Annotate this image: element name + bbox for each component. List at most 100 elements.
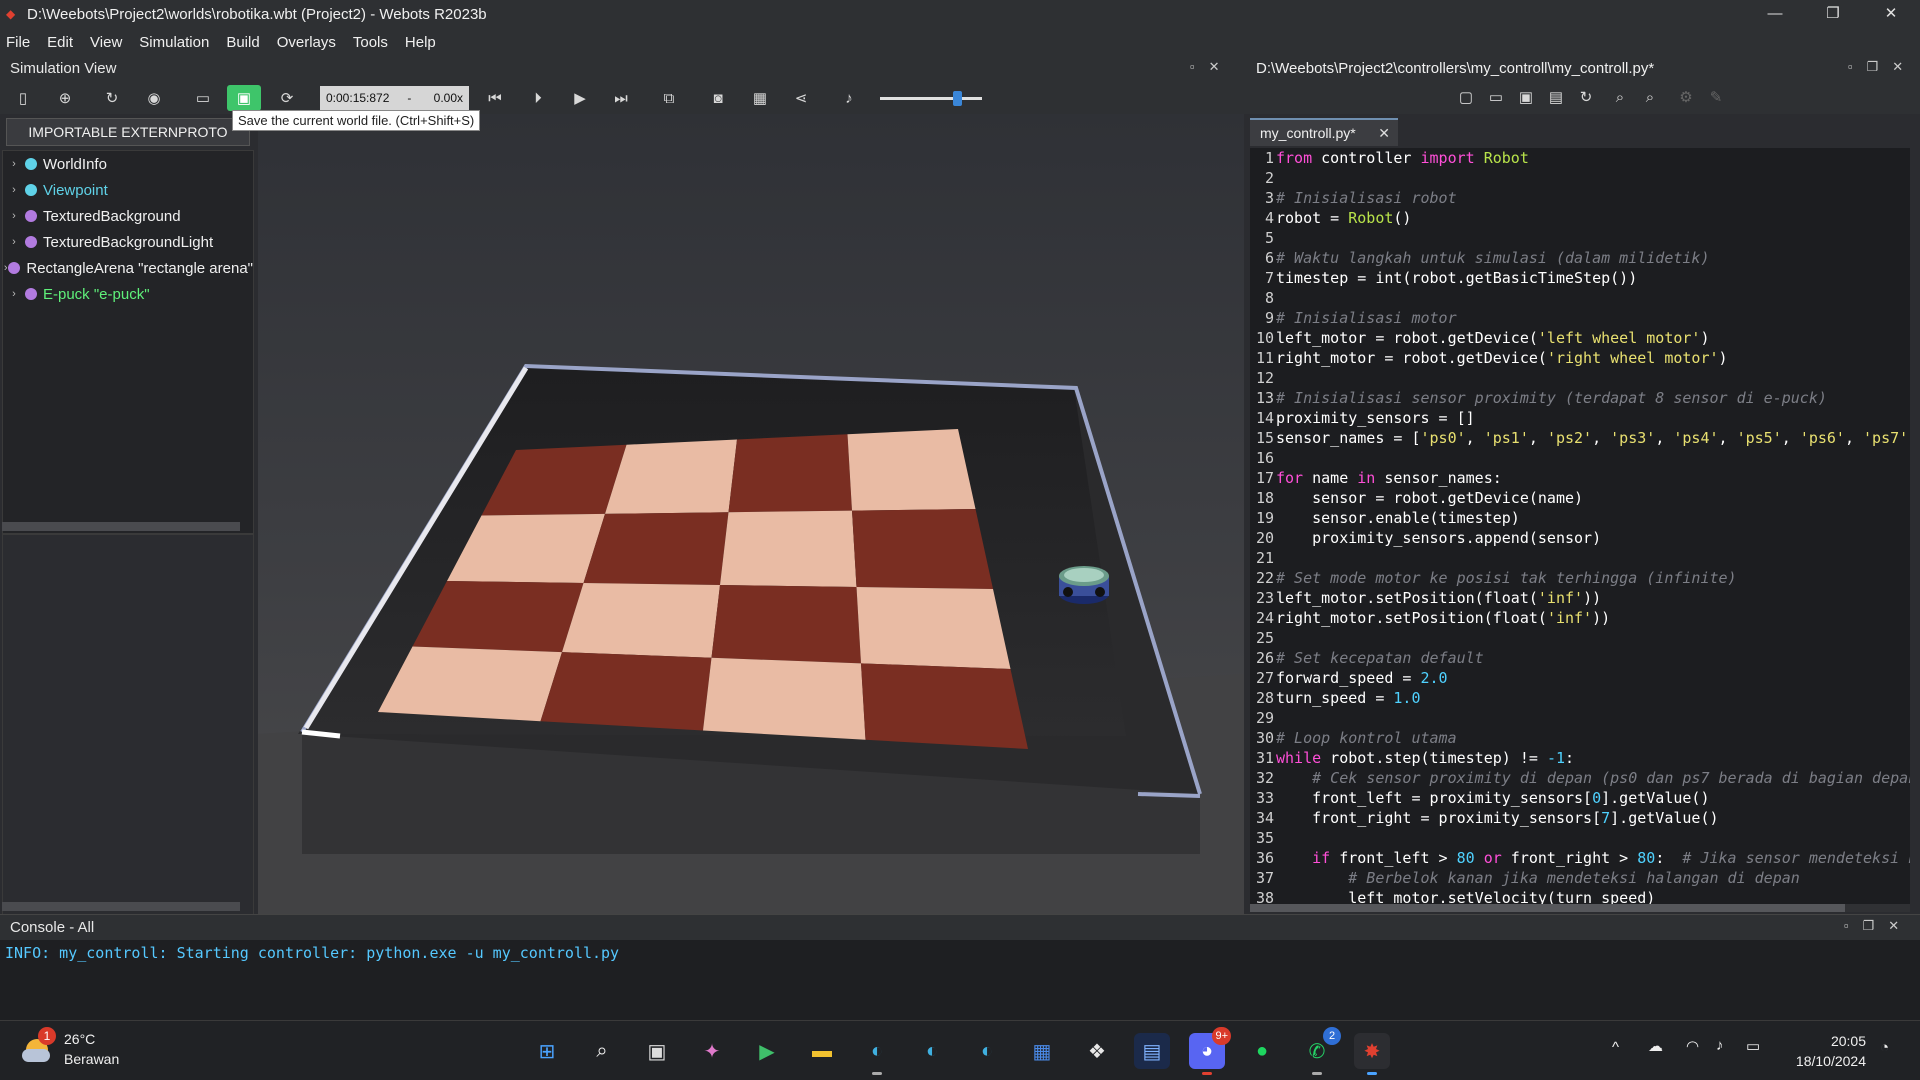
minimize-button[interactable]: — xyxy=(1746,0,1804,28)
close-panel-icon[interactable]: ✕ xyxy=(1888,918,1899,934)
tab-my-controll[interactable]: my_controll.py* ✕ xyxy=(1250,118,1398,146)
task-view-icon[interactable]: ▣ xyxy=(639,1033,675,1069)
close-tab-icon[interactable]: ✕ xyxy=(1378,120,1390,146)
expand-arrow-icon[interactable]: › xyxy=(3,210,25,222)
float-panel-icon[interactable]: ▫ xyxy=(1190,59,1195,75)
maximize-panel-icon[interactable]: ❐ xyxy=(1867,59,1879,75)
build-icon[interactable]: ⚙ xyxy=(1676,88,1696,108)
line-number: 9 xyxy=(1264,309,1274,327)
webots-taskbar-icon[interactable]: ✸ xyxy=(1354,1033,1390,1075)
copilot-icon[interactable]: ✦ xyxy=(694,1033,730,1069)
code-token: 'inf' xyxy=(1537,589,1584,607)
menu-build[interactable]: Build xyxy=(226,34,259,51)
close-window-button[interactable]: ✕ xyxy=(1862,0,1920,28)
whatsapp-icon[interactable]: ✆ 2 xyxy=(1299,1027,1341,1075)
start-menu-icon[interactable]: ⊞ xyxy=(529,1033,565,1069)
wifi-icon[interactable]: ◠ xyxy=(1686,1037,1699,1055)
volume-slider-handle[interactable] xyxy=(953,91,962,106)
save-as-icon[interactable]: ▤ xyxy=(1546,88,1566,108)
menu-overlays[interactable]: Overlays xyxy=(277,34,336,51)
volume-icon[interactable]: ♪ xyxy=(838,87,860,109)
code-line: 36 if front_left > 80 or front_right > 8… xyxy=(1250,848,1910,868)
record-movie-icon[interactable]: ▦ xyxy=(749,87,771,109)
expand-arrow-icon[interactable]: › xyxy=(3,236,25,248)
dropbox-icon[interactable]: ❖ xyxy=(1079,1033,1115,1069)
eye-icon[interactable]: ◉ xyxy=(143,87,165,109)
code-scroll-thumb[interactable] xyxy=(1250,904,1845,912)
menu-file[interactable]: File xyxy=(6,34,30,51)
scene-tree-node[interactable]: › RectangleArena "rectangle arena" xyxy=(3,255,253,281)
float-panel-icon[interactable]: ▫ xyxy=(1848,59,1853,75)
restore-button[interactable]: ❐ xyxy=(1804,0,1862,28)
search-icon[interactable]: ⌕ xyxy=(584,1033,620,1069)
open-world-icon[interactable]: ▭ xyxy=(192,87,214,109)
reset-world-icon[interactable]: ⟳ xyxy=(276,87,298,109)
code-horizontal-scrollbar[interactable] xyxy=(1250,904,1910,912)
fast-forward-icon[interactable]: ⏭ xyxy=(610,87,632,109)
importable-externproto-button[interactable]: IMPORTABLE EXTERNPROTO xyxy=(6,118,250,146)
3d-viewport[interactable] xyxy=(258,114,1244,914)
scene-tree-node[interactable]: › TexturedBackgroundLight xyxy=(3,229,253,255)
expand-arrow-icon[interactable]: › xyxy=(3,288,25,300)
menu-simulation[interactable]: Simulation xyxy=(139,34,209,51)
reset-simulation-icon[interactable]: ⏮ xyxy=(484,87,506,109)
discord-icon[interactable]: ◕ 9+ xyxy=(1189,1027,1231,1075)
scene-tree-node[interactable]: › WorldInfo xyxy=(3,151,253,177)
speaker-icon[interactable]: ♪ xyxy=(1716,1037,1724,1054)
scene-tree-node[interactable]: › TexturedBackground xyxy=(3,203,253,229)
save-world-icon[interactable]: ▣ xyxy=(227,85,261,111)
clock-time: 20:05 xyxy=(1830,1033,1866,1049)
add-node-icon[interactable]: ⊕ xyxy=(54,87,76,109)
view-cube-icon[interactable]: ⧉ xyxy=(658,87,680,109)
reload-icon[interactable]: ↻ xyxy=(101,87,123,109)
battery-icon[interactable]: ▭ xyxy=(1746,1037,1760,1055)
file-explorer-icon[interactable]: ▬ xyxy=(804,1033,840,1069)
open-file-icon[interactable]: ▭ xyxy=(1486,88,1506,108)
close-panel-icon[interactable]: ✕ xyxy=(1892,59,1903,75)
float-panel-icon[interactable]: ▫ xyxy=(1844,918,1849,934)
replace-icon[interactable]: ⌕ xyxy=(1640,88,1660,108)
menu-help[interactable]: Help xyxy=(405,34,436,51)
code-token: # Loop kontrol utama xyxy=(1276,729,1457,747)
spotify-icon[interactable]: ● xyxy=(1244,1033,1280,1069)
screenshot-icon[interactable]: ◙ xyxy=(707,87,729,109)
scene-tree-node[interactable]: › E-puck "e-puck" xyxy=(3,281,253,307)
clean-icon[interactable]: ✎ xyxy=(1706,88,1726,108)
field-editor-scrollbar[interactable] xyxy=(2,902,240,911)
revert-icon[interactable]: ↻ xyxy=(1576,88,1596,108)
scene-tree-toggle-icon[interactable]: ▯ xyxy=(12,87,34,109)
code-text: sensor_names = ['ps0', 'ps1', 'ps2', 'ps… xyxy=(1276,428,1910,448)
maximize-panel-icon[interactable]: ❐ xyxy=(1863,918,1875,934)
weather-widget[interactable]: 1 26°C Berawan xyxy=(20,1027,119,1069)
menu-edit[interactable]: Edit xyxy=(47,34,73,51)
terminal-app-icon[interactable]: ▤ xyxy=(1134,1033,1170,1069)
system-clock[interactable]: 20:05 18/10/2024 xyxy=(1786,1031,1866,1071)
find-icon[interactable]: ⌕ xyxy=(1610,88,1630,108)
scene-tree-node[interactable]: › Viewpoint xyxy=(3,177,253,203)
line-number: 22 xyxy=(1255,569,1274,587)
expand-arrow-icon[interactable]: › xyxy=(3,158,25,170)
edge-icon-1[interactable]: ◐ xyxy=(859,1033,895,1075)
simulation-toolbar: ▯ ⊕ ↻ ◉ ▭ ▣ ⟳ 0:00:15:872 - 0.00x ⏮ ⏵ ▶ … xyxy=(0,82,1244,114)
expand-arrow-icon[interactable]: › xyxy=(3,184,25,196)
play-icon[interactable]: ▶ xyxy=(569,87,591,109)
volume-slider[interactable] xyxy=(880,91,982,106)
google-play-games-icon[interactable]: ▶ xyxy=(749,1033,785,1069)
save-file-icon[interactable]: ▣ xyxy=(1516,88,1536,108)
menu-tools[interactable]: Tools xyxy=(353,34,388,51)
show-hidden-icons-icon[interactable]: ^ xyxy=(1612,1039,1619,1056)
line-number: 31 xyxy=(1255,749,1274,767)
e-puck-robot[interactable] xyxy=(1059,566,1109,604)
code-editor[interactable]: 1 from controller import Robot 2 3 # Inisial… xyxy=(1250,148,1910,904)
onedrive-icon[interactable]: ☁ xyxy=(1648,1037,1663,1055)
new-file-icon[interactable]: ▢ xyxy=(1456,88,1476,108)
share-icon[interactable]: ⋖ xyxy=(790,87,812,109)
edge-icon-2[interactable]: ◐ xyxy=(914,1033,950,1069)
step-icon[interactable]: ⏵ xyxy=(527,87,549,109)
close-panel-icon[interactable]: ✕ xyxy=(1209,59,1220,75)
scene-tree-scrollbar[interactable] xyxy=(2,522,240,531)
microsoft-store-icon[interactable]: ▦ xyxy=(1024,1033,1060,1069)
notifications-icon[interactable]: ◔ xyxy=(1880,1039,1889,1056)
menu-view[interactable]: View xyxy=(90,34,122,51)
edge-icon-3[interactable]: ◐ xyxy=(969,1033,1005,1069)
